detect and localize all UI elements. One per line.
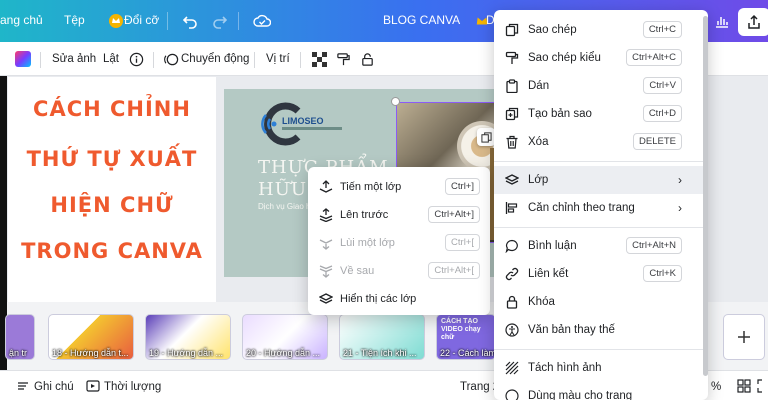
share-button[interactable] (738, 8, 768, 36)
copy-icon (504, 22, 520, 38)
animate-icon[interactable] (162, 50, 180, 68)
thumbnail-19[interactable]: 19 - Hướng dẫn ... (145, 314, 231, 360)
menu-send-backward[interactable]: Lùi một lớp Ctrl+[ (308, 229, 490, 257)
flip-button[interactable]: Lật (103, 53, 119, 65)
comment-icon (504, 238, 520, 254)
color-picker-icon[interactable] (14, 50, 32, 68)
send-backward-icon (318, 235, 334, 251)
fullscreen-icon[interactable] (757, 379, 768, 396)
duplicate-icon (504, 106, 520, 122)
grid-view-icon[interactable] (737, 379, 751, 396)
accessibility-icon (504, 322, 520, 338)
menu-link[interactable]: Liên kết Ctrl+K (494, 260, 694, 288)
menu-align-to-page[interactable]: Căn chỉnh theo trang › (494, 194, 694, 222)
article-title-block: CÁCH CHỈNH THỨ TỰ XUẤT HIỆN CHỮ TRONG CA… (8, 77, 216, 302)
thumbnail-22-caption: CÁCH TẠO VIDEO chạy chữ (441, 318, 481, 341)
menu-bring-forward[interactable]: Tiến một lớp Ctrl+] (308, 173, 490, 201)
thumbnail-17[interactable]: ận tr (5, 314, 35, 360)
animate-button[interactable]: Chuyển động (181, 53, 249, 65)
paint-roller-icon[interactable] (334, 50, 352, 68)
thumbnail-21[interactable]: 21 - Tiện ích khi ... (339, 314, 425, 360)
menu-alt-text[interactable]: Văn bản thay thế (494, 316, 694, 344)
thumbnail-18[interactable]: 18 - Hướng dẫn t... (48, 314, 134, 360)
brand-name: LIMOSEO (282, 116, 324, 126)
menu-lock[interactable]: Khóa (494, 288, 694, 316)
menu-file[interactable]: Tệp (64, 13, 85, 27)
color-icon (504, 388, 520, 400)
context-menu: Sao chép Ctrl+C Sao chép kiểu Ctrl+Alt+C… (494, 10, 708, 400)
menu-show-layers[interactable]: Hiển thị các lớp (308, 285, 490, 313)
canvas-right-area (710, 76, 768, 302)
thumbnail-20[interactable]: 20 - Hướng dẫn ... (242, 314, 328, 360)
menu-comment[interactable]: Bình luận Ctrl+Alt+N (494, 232, 694, 260)
context-menu-scrollbar[interactable] (703, 16, 708, 376)
duration-button[interactable]: Thời lượng (104, 381, 161, 393)
menu-paste[interactable]: Dán Ctrl+V (494, 72, 694, 100)
menu-home[interactable]: ang chủ (0, 13, 43, 27)
lock-icon[interactable] (358, 50, 376, 68)
duration-icon (86, 379, 100, 396)
menu-delete[interactable]: Xóa DELETE (494, 128, 694, 156)
chevron-right-icon: › (678, 201, 682, 215)
document-title[interactable]: BLOG CANVA (383, 13, 460, 27)
lock-icon (504, 294, 520, 310)
notes-button[interactable]: Ghi chú (34, 381, 74, 393)
title-line-2: THỨ TỰ XUẤT (26, 147, 198, 171)
send-to-back-icon (318, 263, 334, 279)
link-icon (504, 266, 520, 282)
align-icon (504, 200, 520, 216)
bring-forward-icon (318, 179, 334, 195)
clipboard-icon (504, 78, 520, 94)
menu-bring-to-front[interactable]: Lên trước Ctrl+Alt+] (308, 201, 490, 229)
undo-icon[interactable] (178, 9, 202, 33)
paint-roller-icon (504, 50, 520, 66)
layers-icon (318, 291, 334, 307)
menu-duplicate[interactable]: Tạo bản sao Ctrl+D (494, 100, 694, 128)
copy-icon[interactable] (477, 128, 495, 146)
edit-photo-button[interactable]: Sửa ảnh (52, 53, 96, 65)
menu-layer[interactable]: Lớp › (494, 166, 708, 194)
brand-tagline-bar (282, 127, 342, 130)
menu-send-to-back[interactable]: Về sau Ctrl+Alt+[ (308, 257, 490, 285)
title-line-4: TRONG CANVA (21, 239, 203, 263)
position-button[interactable]: Vị trí (266, 53, 290, 65)
notes-icon (16, 379, 30, 396)
layer-submenu: Tiến một lớp Ctrl+] Lên trước Ctrl+Alt+]… (308, 167, 490, 315)
resize-handle[interactable] (391, 97, 400, 106)
slide-subtext: Dịch vụ Giao hà (258, 202, 315, 211)
info-icon[interactable] (127, 50, 145, 68)
layers-icon (504, 172, 520, 188)
menu-separate-image[interactable]: Tách hình ảnh (494, 354, 694, 382)
bring-to-front-icon (318, 207, 334, 223)
cloud-save-icon[interactable] (250, 9, 274, 33)
thumbnail-22[interactable]: CÁCH TẠO VIDEO chạy chữ 22 - Cách làm ..… (436, 314, 496, 360)
resize-button[interactable]: Đổi cỡ (124, 13, 159, 27)
trash-icon (504, 134, 520, 150)
analytics-icon[interactable] (710, 9, 734, 33)
title-line-3: HIỆN CHỮ (50, 193, 174, 217)
title-line-1: CÁCH CHỈNH (33, 97, 191, 121)
menu-copy-style[interactable]: Sao chép kiểu Ctrl+Alt+C (494, 44, 694, 72)
add-page-button[interactable] (723, 314, 765, 360)
menu-copy[interactable]: Sao chép Ctrl+C (494, 16, 694, 44)
transparency-icon[interactable] (310, 50, 328, 68)
menu-apply-color[interactable]: Dùng màu cho trang (494, 382, 694, 400)
hatch-icon (504, 360, 520, 376)
redo-icon[interactable] (208, 9, 232, 33)
zoom-level[interactable]: % (711, 381, 721, 393)
chevron-right-icon: › (678, 173, 682, 187)
